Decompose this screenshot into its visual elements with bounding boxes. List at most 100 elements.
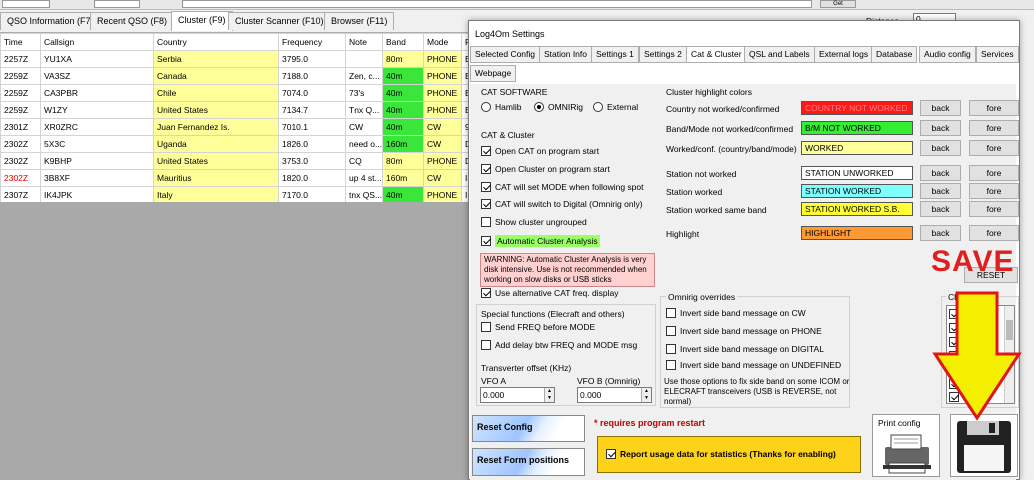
table-row[interactable]: 2302ZK9BHPUnited States3753.0CQ80mPHONED xyxy=(0,152,471,170)
check-invert-phone[interactable]: Invert side band message on PHONE xyxy=(666,326,822,336)
fore-color-button[interactable]: fore xyxy=(969,120,1019,136)
check-invert-digital[interactable]: Invert side band message on DIGITAL xyxy=(666,344,824,354)
check-add-delay[interactable]: Add delay btw FREQ and MODE msg xyxy=(481,340,637,350)
table-row[interactable]: 2302Z5X3CUganda1826.0need o...160mCWD xyxy=(0,135,471,153)
checkbox-icon[interactable] xyxy=(666,344,676,354)
radio-omnirig-dot[interactable] xyxy=(534,102,544,112)
checkbox-icon[interactable] xyxy=(481,217,491,227)
col-frequency[interactable]: Frequency xyxy=(278,33,346,51)
grid-cell-band: 40m xyxy=(382,67,424,85)
table-row[interactable]: 2301Z XR0ZRC Juan Fernandez Is. 7010.1 CW 40m… xyxy=(0,118,471,136)
checkbox-icon[interactable] xyxy=(481,322,491,332)
check-send-freq[interactable]: Send FREQ before MODE xyxy=(481,322,595,332)
check-auto-analysis[interactable]: Automatic Cluster Analysis xyxy=(481,235,600,247)
tab-cluster[interactable]: Cluster (F9) xyxy=(171,11,233,31)
radio-hamlib-dot[interactable] xyxy=(481,102,491,112)
reset-forms-button[interactable]: Reset Form positions xyxy=(472,448,585,476)
check-open-cluster[interactable]: Open Cluster on program start xyxy=(481,164,610,174)
checkbox-icon[interactable] xyxy=(481,236,491,246)
dtab-services[interactable]: Services xyxy=(976,46,1019,63)
vfo-b-input[interactable]: 0.000 ▲ ▼ xyxy=(577,387,652,403)
check-invert-digital-label: Invert side band message on DIGITAL xyxy=(680,344,824,354)
fore-color-button[interactable]: fore xyxy=(969,183,1019,199)
dtab-external-logs[interactable]: External logs xyxy=(814,46,874,63)
checkbox-icon[interactable] xyxy=(481,182,491,192)
tab-recent-qso[interactable]: Recent QSO (F8) xyxy=(90,12,175,30)
fore-color-button[interactable]: fore xyxy=(969,140,1019,156)
checkbox-icon[interactable] xyxy=(666,326,676,336)
table-row[interactable]: 2257ZYU1XASerbia3795.080mPHONEE xyxy=(0,50,471,68)
checkbox-icon[interactable] xyxy=(481,146,491,156)
grid-cell-time: 2259Z xyxy=(0,84,41,102)
checkbox-icon[interactable] xyxy=(666,308,676,318)
dtab-database[interactable]: Database xyxy=(871,46,918,63)
check-open-cat[interactable]: Open CAT on program start xyxy=(481,146,599,156)
save-button[interactable] xyxy=(950,414,1018,477)
back-color-button[interactable]: back xyxy=(920,225,961,241)
col-country[interactable]: Country xyxy=(153,33,279,51)
reset-config-button[interactable]: Reset Config xyxy=(472,415,585,442)
check-set-mode[interactable]: CAT will set MODE when following spot xyxy=(481,182,644,192)
radio-omnirig[interactable]: OMNIRig xyxy=(534,102,583,112)
checkbox-icon[interactable] xyxy=(666,360,676,370)
fore-color-button[interactable]: fore xyxy=(969,225,1019,241)
table-row[interactable]: 2259ZCA3PBRChile7074.073's40mPHONEE xyxy=(0,84,471,102)
check-invert-undefined[interactable]: Invert side band message on UNDEFINED xyxy=(666,360,841,370)
col-mode[interactable]: Mode xyxy=(423,33,462,51)
dtab-settings-2[interactable]: Settings 2 xyxy=(639,46,687,63)
tab-browser[interactable]: Browser (F11) xyxy=(324,12,395,30)
check-ungrouped[interactable]: Show cluster ungrouped xyxy=(481,217,587,227)
back-color-button[interactable]: back xyxy=(920,120,961,136)
checkbox-icon[interactable] xyxy=(481,288,491,298)
dtab-audio-config[interactable]: Audio config xyxy=(919,46,976,63)
dtab-settings-1[interactable]: Settings 1 xyxy=(591,46,639,63)
dtab-selected-config[interactable]: Selected Config xyxy=(470,46,541,63)
fore-color-button[interactable]: fore xyxy=(969,100,1019,116)
fore-color-button[interactable]: fore xyxy=(969,201,1019,217)
usage-stats-box: Report usage data for statistics (Thanks… xyxy=(597,436,861,473)
checkbox-icon[interactable] xyxy=(481,164,491,174)
top-dropdown-2[interactable] xyxy=(94,0,140,8)
grid-cell-note: Zen, c... xyxy=(345,67,383,85)
table-row[interactable]: 2307Z IK4JPK Italy 7170.0 tnx QS... 40m PHONE I xyxy=(0,186,471,204)
check-switch-digital[interactable]: CAT will switch to Digital (Omnirig only… xyxy=(481,199,643,209)
back-color-button[interactable]: back xyxy=(920,201,961,217)
dtab-qsl-labels[interactable]: QSL and Labels xyxy=(744,46,815,63)
print-config-button[interactable]: Print config xyxy=(872,414,940,477)
highlight-label: Station worked same band xyxy=(666,205,767,215)
back-color-button[interactable]: back xyxy=(920,183,961,199)
dtab-cat-cluster[interactable]: Cat & Cluster xyxy=(686,46,747,63)
col-band[interactable]: Band xyxy=(382,33,424,51)
dtab-webpage[interactable]: Webpage xyxy=(470,65,517,82)
col-time[interactable]: Time xyxy=(0,33,41,51)
check-usage-stats[interactable]: Report usage data for statistics (Thanks… xyxy=(606,449,836,459)
vfo-a-input[interactable]: 0.000 ▲ ▼ xyxy=(480,387,555,403)
back-color-button[interactable]: back xyxy=(920,165,961,181)
grid-cell-band: 80m xyxy=(382,50,424,68)
table-row[interactable]: 2259ZVA3SZCanada7188.0Zen, c...40mPHONEE xyxy=(0,67,471,85)
top-input[interactable] xyxy=(182,0,812,8)
radio-external[interactable]: External xyxy=(593,102,638,112)
dtab-station-info[interactable]: Station Info xyxy=(539,46,593,63)
spin-arrows-icon[interactable]: ▲ ▼ xyxy=(544,388,554,402)
col-callsign[interactable]: Callsign xyxy=(40,33,154,51)
checkbox-icon[interactable] xyxy=(481,340,491,350)
get-button[interactable]: Get xyxy=(820,0,856,8)
check-invert-cw[interactable]: Invert side band message on CW xyxy=(666,308,806,318)
table-row[interactable]: 2259Z W1ZY United States 7134.7 Tnx Q... 40m P… xyxy=(0,101,471,119)
col-note[interactable]: Note xyxy=(345,33,383,51)
grid-empty-area xyxy=(0,202,470,480)
radio-hamlib[interactable]: Hamlib xyxy=(481,102,521,112)
check-alt-cat[interactable]: Use alternative CAT freq. display xyxy=(481,288,618,298)
back-color-button[interactable]: back xyxy=(920,100,961,116)
spin-arrows-icon[interactable]: ▲ ▼ xyxy=(641,388,651,402)
top-dropdown-1[interactable] xyxy=(2,0,50,8)
fore-color-button[interactable]: fore xyxy=(969,165,1019,181)
tab-cluster-scanner[interactable]: Cluster Scanner (F10) xyxy=(228,12,331,30)
back-color-button[interactable]: back xyxy=(920,140,961,156)
table-row[interactable]: 2302Z 3B8XF Mauritius 1820.0 up 4 st... 160m C… xyxy=(0,169,471,187)
checkbox-icon[interactable] xyxy=(481,199,491,209)
checkbox-icon[interactable] xyxy=(606,449,616,459)
tab-qso-information[interactable]: QSO Information (F7) xyxy=(0,12,101,30)
radio-external-dot[interactable] xyxy=(593,102,603,112)
